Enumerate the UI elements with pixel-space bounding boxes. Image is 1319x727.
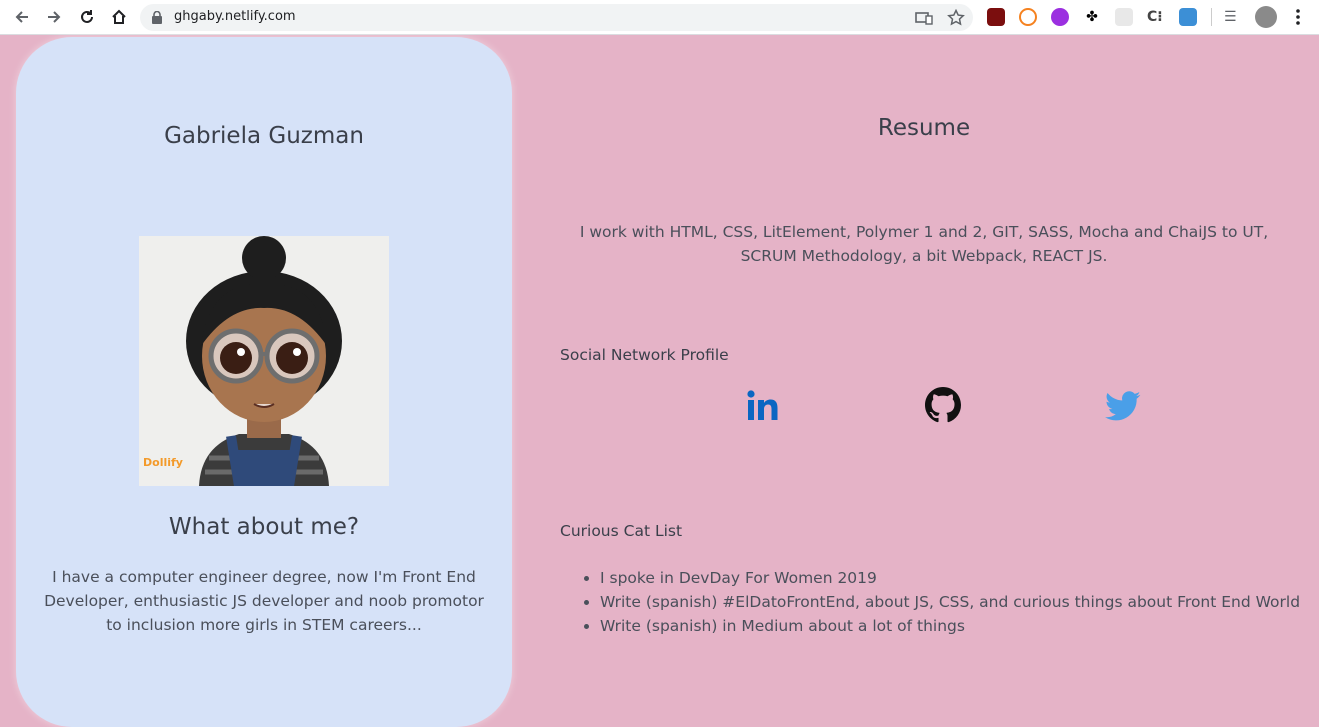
arrow-right-icon [48, 11, 61, 23]
linkedin-link[interactable] [746, 388, 782, 424]
avatar-image: Dollify [139, 236, 389, 486]
ublock-extension-icon[interactable] [987, 8, 1005, 26]
lock-icon [152, 11, 162, 24]
extension-icon[interactable] [1115, 8, 1133, 26]
profile-name: Gabriela Guzman [164, 123, 364, 149]
curious-cat-list: I spoke in DevDay For Women 2019 Write (… [560, 566, 1300, 638]
extension-icon[interactable] [1051, 8, 1069, 26]
arrow-left-icon [15, 11, 28, 23]
twitter-icon [1105, 391, 1141, 421]
github-icon [925, 387, 961, 423]
dollify-watermark: Dollify [143, 456, 183, 469]
resume-title: Resume [877, 115, 971, 141]
home-button[interactable] [108, 6, 130, 28]
reload-icon [81, 10, 93, 23]
extension-icon[interactable] [1019, 8, 1037, 26]
github-link[interactable] [925, 387, 961, 423]
toolbar-divider [1211, 8, 1212, 26]
address-bar[interactable]: ghgaby.netlify.com [140, 4, 973, 31]
media-control-icon[interactable]: ☰ [1224, 8, 1242, 26]
back-button[interactable] [11, 6, 33, 28]
cast-device-icon[interactable] [915, 10, 933, 26]
extension-icon[interactable]: C⁝ [1147, 8, 1165, 26]
bookmark-star-icon[interactable] [947, 9, 965, 27]
extension-icon[interactable] [1179, 8, 1197, 26]
list-item: Write (spanish) in Medium about a lot of… [600, 614, 1300, 638]
menu-icon[interactable] [1290, 8, 1306, 26]
resume-text: I work with HTML, CSS, LitElement, Polym… [579, 223, 1269, 265]
avatar-icon[interactable] [1255, 6, 1277, 28]
gnome-extension-icon[interactable]: ✤ [1083, 8, 1101, 26]
avatar-illustration [139, 236, 389, 486]
forward-button[interactable] [43, 6, 65, 28]
curious-cat-title: Curious Cat List [560, 522, 683, 540]
about-title: What about me? [168, 514, 360, 540]
home-icon [112, 9, 126, 24]
url-text: ghgaby.netlify.com [174, 9, 296, 24]
twitter-link[interactable] [1105, 388, 1141, 424]
browser-toolbar: ghgaby.netlify.com ✤ C⁝ ☰ [0, 0, 1319, 35]
reload-button[interactable] [76, 6, 98, 28]
list-item: Write (spanish) #ElDatoFrontEnd, about J… [600, 590, 1300, 614]
linkedin-icon [747, 390, 778, 420]
list-item: I spoke in DevDay For Women 2019 [600, 566, 1300, 590]
about-text: I have a computer engineer degree, now I… [44, 568, 484, 634]
social-network-title: Social Network Profile [560, 346, 729, 364]
